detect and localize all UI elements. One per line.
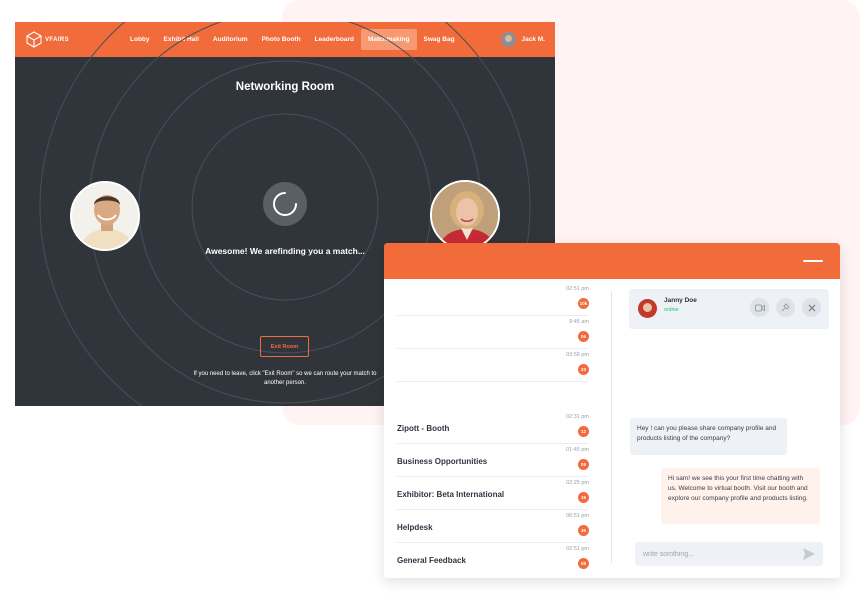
panel-divider <box>611 291 612 563</box>
conversation-name: Zipott - Booth <box>397 424 450 433</box>
message-input[interactable] <box>643 547 793 561</box>
conversation-item[interactable]: Helpdesk 06:51 pm 36 <box>384 510 594 543</box>
conversation-time: 01:45 pm <box>566 447 589 453</box>
unread-badge: 06 <box>578 331 589 342</box>
active-contact-header: Janny Doe online <box>629 289 829 329</box>
message-composer <box>635 542 823 566</box>
spinner-icon <box>273 192 297 216</box>
unread-badge: 12 <box>578 426 589 437</box>
outgoing-message: Hi sam! we see this your first time chat… <box>661 468 820 524</box>
unread-badge: 23 <box>578 364 589 375</box>
page: VFAIRS Lobby Exhibit Hall Auditorium Pho… <box>0 0 860 600</box>
unread-badge: 09 <box>578 459 589 470</box>
video-call-button[interactable] <box>750 298 769 317</box>
contact-avatar <box>638 299 657 318</box>
conversation-item[interactable]: Business Opportunities 01:45 pm 09 <box>384 444 594 477</box>
unread-badge: 08 <box>578 558 589 569</box>
conversation-time: 9:45 am <box>569 319 589 325</box>
conversation-item[interactable]: Exhibitor: Beta International 02:25 pm 1… <box>384 477 594 510</box>
conversation-name: Helpdesk <box>397 523 433 532</box>
contact-status: online <box>664 307 679 313</box>
conversation-time: 02:51 pm <box>566 286 589 292</box>
chat-window: 02:51 pm 10k 9:45 am 06 03:58 pm 23 Zipo… <box>384 243 840 578</box>
conversation-name: Exhibitor: Beta International <box>397 490 505 499</box>
conversation-item[interactable]: 03:58 pm 23 <box>384 349 594 382</box>
unread-badge: 15 <box>578 492 589 503</box>
chat-header <box>384 243 840 279</box>
exit-room-note: If you need to leave, click "Exit Room" … <box>193 371 377 386</box>
incoming-message: Hey ! can you please share company profi… <box>630 418 787 455</box>
send-icon[interactable] <box>802 547 816 561</box>
row-divider <box>397 381 588 382</box>
pin-icon <box>781 303 790 312</box>
room-title: Networking Room <box>235 81 335 93</box>
conversation-item[interactable]: 9:45 am 06 <box>384 316 594 349</box>
participant-avatar-right <box>430 180 500 250</box>
conversation-name: Business Opportunities <box>397 457 488 466</box>
conversation-item[interactable]: General Feedback 02:51 pm 08 <box>384 543 594 576</box>
participant-avatar-left <box>70 181 140 251</box>
close-icon <box>808 304 815 311</box>
video-call-icon <box>754 304 765 311</box>
conversation-item[interactable]: Zipott - Booth 02:31 pm 12 <box>384 411 594 444</box>
unread-badge: 10k <box>578 298 589 309</box>
conversation-time: 06:51 pm <box>566 513 589 519</box>
conversation-name: General Feedback <box>397 556 466 565</box>
conversation-time: 02:51 pm <box>566 546 589 552</box>
conversation-time: 02:31 pm <box>566 414 589 420</box>
minimize-icon[interactable] <box>803 260 823 262</box>
conversation-item[interactable]: 02:51 pm 10k <box>384 283 594 316</box>
conversation-time: 03:58 pm <box>566 352 589 358</box>
contact-name: Janny Doe <box>664 297 697 304</box>
pin-button[interactable] <box>776 298 795 317</box>
unread-badge: 36 <box>578 525 589 536</box>
loading-spinner <box>263 182 307 226</box>
exit-room-button[interactable]: Exit Room <box>260 336 309 357</box>
conversation-time: 02:25 pm <box>566 480 589 486</box>
conversation-list: 02:51 pm 10k 9:45 am 06 03:58 pm 23 Zipo… <box>384 279 594 578</box>
close-chat-button[interactable] <box>802 298 821 317</box>
